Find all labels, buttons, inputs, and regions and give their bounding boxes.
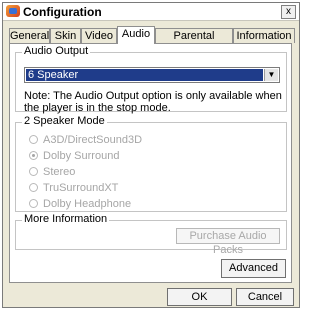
radio-button-checked-icon[interactable] <box>29 151 38 160</box>
radio-button-icon[interactable] <box>29 183 38 192</box>
dropdown-arrow-icon[interactable]: ▼ <box>264 69 278 81</box>
audio-output-group: Audio Output 6 Speaker ▼ Note: The Audio… <box>15 45 287 114</box>
audio-output-label: Audio Output <box>22 45 91 57</box>
audio-output-select[interactable]: 6 Speaker ▼ <box>24 67 280 83</box>
tab-parental-control[interactable]: Parental Control <box>155 28 233 56</box>
ok-button[interactable]: OK <box>167 288 232 306</box>
more-information-label: More Information <box>22 213 110 225</box>
window-title: Configuration <box>23 5 102 19</box>
advanced-button[interactable]: Advanced <box>221 259 286 278</box>
radio-label: Dolby Headphone <box>43 198 132 210</box>
speaker-mode-group: 2 Speaker Mode A3D/DirectSound3D Dolby S… <box>15 115 287 212</box>
app-icon <box>6 5 20 17</box>
radio-label: Stereo <box>43 166 76 178</box>
radio-button-icon[interactable] <box>29 167 38 176</box>
radio-label: TruSurroundXT <box>43 182 119 194</box>
tab-information[interactable]: Information <box>233 28 295 43</box>
cancel-button[interactable]: Cancel <box>236 288 294 306</box>
tab-audio[interactable]: Audio <box>117 26 155 44</box>
radio-button-icon[interactable] <box>29 199 38 208</box>
purchase-audio-packs-button[interactable]: Purchase Audio Packs <box>176 228 280 256</box>
configuration-dialog: Configuration x General Skin Video Audio… <box>2 2 300 308</box>
radio-button-icon[interactable] <box>29 135 38 144</box>
tab-skin[interactable]: Skin <box>50 28 81 43</box>
tab-video[interactable]: Video <box>81 28 117 43</box>
audio-output-note: Note: The Audio Output option is only av… <box>24 90 282 114</box>
speaker-mode-label: 2 Speaker Mode <box>22 115 107 127</box>
more-information-group: More Information Purchase Audio Packs <box>15 213 287 256</box>
audio-tab-panel: Audio Output 6 Speaker ▼ Note: The Audio… <box>9 43 292 283</box>
radio-label: Dolby Surround <box>43 150 120 162</box>
close-button[interactable]: x <box>281 5 296 19</box>
audio-output-selected-value: 6 Speaker <box>26 69 263 81</box>
tab-general[interactable]: General <box>9 28 50 43</box>
radio-label: A3D/DirectSound3D <box>43 134 143 146</box>
title-bar: Configuration x <box>3 3 299 21</box>
